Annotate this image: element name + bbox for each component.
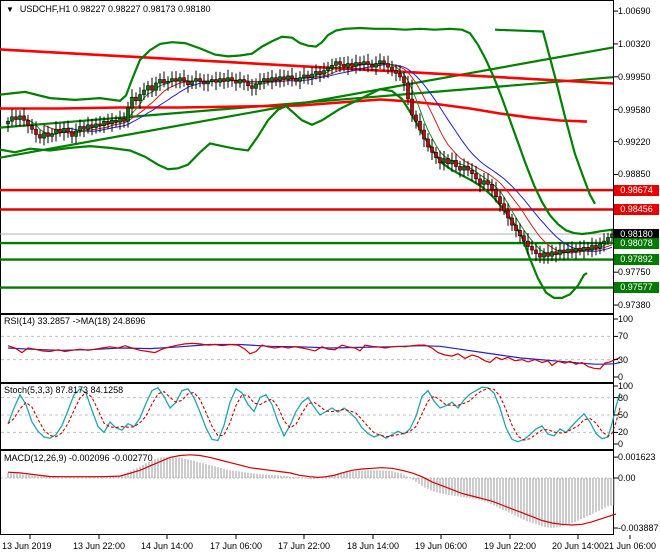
main-panel-border[interactable] bbox=[0, 0, 614, 314]
rsi-scale-label: 70 bbox=[618, 331, 629, 342]
macd-signal-line bbox=[7, 454, 617, 526]
price-scale-label: 0.99580 bbox=[618, 104, 651, 115]
support-badge: 0.97577 bbox=[614, 282, 659, 294]
macd-label: MACD(12,26,9) -0.002096 -0.002770 bbox=[4, 453, 153, 463]
macd-scale-label: -0.003887 bbox=[618, 523, 659, 534]
time-axis-label: 18 Jun 14:00 bbox=[346, 541, 400, 551]
resistance-badge: 0.98674 bbox=[614, 184, 659, 196]
time-axis-label: 17 Jun 06:00 bbox=[209, 541, 263, 551]
stoch-scale-label: 80 bbox=[618, 392, 629, 403]
time-axis-label: 19 Jun 22:00 bbox=[483, 541, 537, 551]
stoch-label: Stoch(5,3,3) 87.8173 84.1258 bbox=[4, 385, 124, 395]
price-scale-label: 0.98850 bbox=[618, 169, 651, 180]
stoch-scale-label: 100 bbox=[618, 381, 634, 391]
resistance-badge: 0.98456 bbox=[614, 203, 659, 215]
macd-scale-label: 0.00 bbox=[618, 473, 636, 483]
price-scale-label: 0.97750 bbox=[618, 267, 651, 278]
time-axis-label: 14 Jun 14:00 bbox=[140, 541, 194, 551]
ma-red-line bbox=[43, 63, 613, 254]
symbol-dropdown-icon[interactable]: ▼ bbox=[6, 5, 14, 14]
time-axis-label: 13 Jun 22:00 bbox=[72, 541, 126, 551]
price-scale-label: 0.97380 bbox=[618, 300, 651, 311]
stoch-scale-label: 50 bbox=[618, 410, 629, 420]
chart-title: ▼ USDCHF,H1 0.98227 0.98227 0.98173 0.981… bbox=[6, 4, 211, 14]
time-axis-label: 21 Jun 06:00 bbox=[603, 541, 657, 551]
time-axis-label: 13 Jun 2019 bbox=[2, 541, 52, 551]
price-scale-label: 1.00320 bbox=[618, 38, 651, 49]
ohlc-title-text: USDCHF,H1 0.98227 0.98227 0.98173 0.9818… bbox=[19, 4, 211, 14]
macd-scale-label: 0.001623 bbox=[618, 452, 656, 463]
time-axis-label: 19 Jun 06:00 bbox=[414, 541, 468, 551]
support-badge: 0.98078 bbox=[614, 237, 659, 249]
macd-histogram bbox=[7, 457, 615, 528]
time-axis-label: 17 Jun 22:00 bbox=[277, 541, 331, 551]
rsi-scale-label: 30 bbox=[618, 354, 629, 365]
price-scale-label: 1.00690 bbox=[618, 6, 651, 17]
stoch-scale-label: 20 bbox=[618, 427, 629, 438]
bollinger-band2-upper bbox=[494, 28, 596, 205]
trading-chart-window: 1.00690 1.00320 0.99950 0.99580 0.99220 0.988… bbox=[0, 0, 660, 560]
stoch-scale-label: 0 bbox=[618, 439, 624, 449]
price-scale-label: 0.99220 bbox=[618, 136, 651, 147]
macd-panel-border[interactable] bbox=[0, 450, 614, 535]
support-badge: 0.97892 bbox=[614, 254, 659, 266]
rsi-label: RSI(14) 33.2857 ->MA(18) 24.8696 bbox=[4, 316, 146, 326]
price-scale-label: 0.99950 bbox=[618, 71, 651, 82]
chart-canvas[interactable] bbox=[0, 0, 660, 560]
rsi-scale-label: 100 bbox=[618, 314, 634, 324]
